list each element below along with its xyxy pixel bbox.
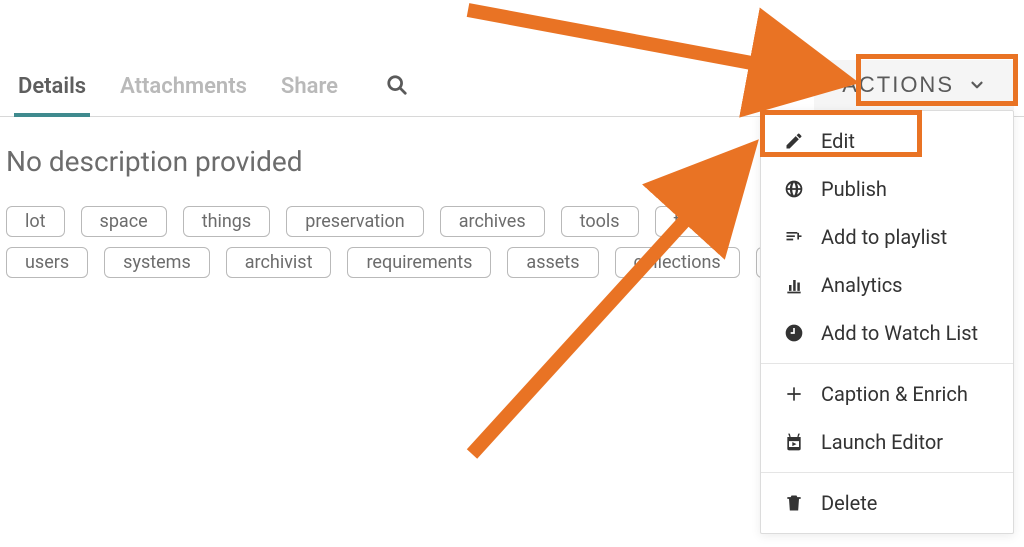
menu-delete-label: Delete <box>821 491 877 515</box>
tag-users[interactable]: users <box>6 247 88 278</box>
tag-things[interactable]: things <box>183 206 271 237</box>
trash-icon <box>783 493 805 513</box>
menu-caption-enrich-label: Caption & Enrich <box>821 382 968 406</box>
tag-requirements[interactable]: requirements <box>347 247 491 278</box>
menu-delete[interactable]: Delete <box>761 479 1013 527</box>
pencil-icon <box>783 131 805 151</box>
menu-add-to-playlist[interactable]: Add to playlist <box>761 213 1013 261</box>
menu-launch-editor-label: Launch Editor <box>821 430 943 454</box>
tag-tools[interactable]: tools <box>561 206 639 237</box>
menu-edit-label: Edit <box>821 129 855 153</box>
tag-systems[interactable]: systems <box>104 247 210 278</box>
tag-collections[interactable]: collections <box>615 247 740 278</box>
menu-add-to-playlist-label: Add to playlist <box>821 225 947 249</box>
editor-icon <box>783 432 805 452</box>
globe-icon <box>783 179 805 199</box>
search-icon[interactable] <box>386 74 408 102</box>
chart-icon <box>783 275 805 295</box>
menu-add-to-watch-list-label: Add to Watch List <box>821 321 978 345</box>
menu-publish[interactable]: Publish <box>761 165 1013 213</box>
tag-archives[interactable]: archives <box>440 206 545 237</box>
tab-attachments[interactable]: Attachments <box>116 60 251 117</box>
clock-icon <box>783 323 805 343</box>
menu-publish-label: Publish <box>821 177 887 201</box>
playlist-add-icon <box>783 227 805 247</box>
menu-analytics[interactable]: Analytics <box>761 261 1013 309</box>
actions-button-label: ACTIONS <box>842 72 954 98</box>
tag-archivist[interactable]: archivist <box>226 247 332 278</box>
menu-launch-editor[interactable]: Launch Editor <box>761 418 1013 466</box>
chevron-down-icon <box>968 76 986 94</box>
menu-edit[interactable]: Edit <box>761 117 1013 165</box>
tag-space[interactable]: space <box>81 206 167 237</box>
tab-share[interactable]: Share <box>277 60 342 117</box>
plus-icon <box>783 384 805 404</box>
tags-area: lot space things preservation archives t… <box>0 196 780 288</box>
dropdown-divider <box>761 472 1013 473</box>
tag-assets[interactable]: assets <box>507 247 598 278</box>
actions-button[interactable]: ACTIONS <box>814 60 1014 110</box>
actions-dropdown: Edit Publish Add to playlist Analytics A… <box>760 110 1014 534</box>
tag-preservation[interactable]: preservation <box>286 206 424 237</box>
menu-caption-enrich[interactable]: Caption & Enrich <box>761 370 1013 418</box>
menu-add-to-watch-list[interactable]: Add to Watch List <box>761 309 1013 357</box>
dropdown-divider <box>761 363 1013 364</box>
menu-analytics-label: Analytics <box>821 273 903 297</box>
tab-details[interactable]: Details <box>14 60 90 117</box>
tag-lot[interactable]: lot <box>6 206 65 237</box>
tag-partial[interactable]: th <box>655 206 731 237</box>
